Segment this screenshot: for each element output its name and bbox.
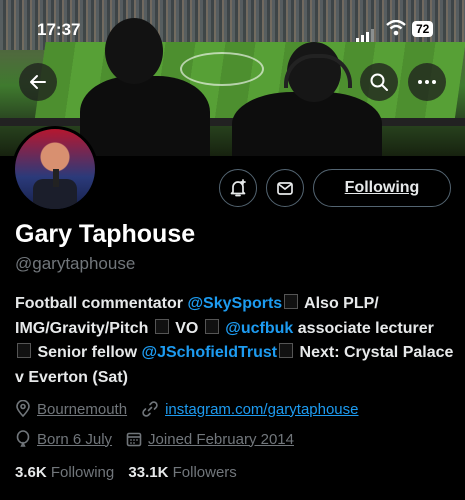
- search-button[interactable]: [360, 63, 398, 101]
- more-button[interactable]: [408, 63, 446, 101]
- wifi-icon: [386, 20, 406, 36]
- link-icon: [142, 401, 158, 417]
- status-time: 17:37: [37, 20, 81, 39]
- search-icon: [370, 73, 388, 91]
- bio-symbol-box: [154, 318, 169, 334]
- bio-mention-skysports[interactable]: @SkySports: [187, 295, 282, 312]
- joined-item: Joined February 2014: [126, 431, 294, 448]
- more-dots-icon: [418, 80, 436, 84]
- bio-text: Football commentator: [15, 295, 188, 312]
- bio-symbol-box: [284, 294, 299, 309]
- banner-person-right: [232, 92, 382, 156]
- birthday-item: Born 6 July: [15, 430, 112, 448]
- notifications-button[interactable]: [219, 169, 257, 207]
- location-pin-icon: [16, 400, 30, 418]
- arrow-left-icon: [30, 75, 46, 89]
- signal-icon: [356, 24, 376, 42]
- bio-symbol-box: [279, 343, 294, 358]
- message-button[interactable]: [266, 169, 304, 207]
- bio-symbol-box: [17, 343, 31, 358]
- bell-plus-icon: [230, 179, 246, 197]
- profile-meta-row: Bournemouth instagram.com/garytaphouse: [15, 400, 373, 418]
- followers-label[interactable]: Followers: [173, 464, 237, 481]
- bio-text: associate lecturer: [293, 319, 434, 337]
- bio-text: VO: [170, 319, 203, 337]
- back-button[interactable]: [19, 63, 57, 101]
- followers-count[interactable]: 33.1K: [128, 464, 168, 481]
- avatar-microphone: [53, 169, 59, 187]
- banner-person-left: [80, 76, 210, 156]
- following-button[interactable]: Following: [313, 169, 451, 207]
- website-item[interactable]: instagram.com/garytaphouse: [141, 400, 359, 418]
- bio-mention-ucfbuk[interactable]: @ucfbuk: [225, 320, 293, 337]
- profile-meta-row: Born 6 July Joined February 2014: [15, 430, 308, 448]
- location-item: Bournemouth: [15, 400, 127, 418]
- profile-bio: Football commentator @SkySports Also PLP…: [15, 292, 455, 390]
- banner-center-circle: [180, 52, 264, 86]
- bio-symbol-box: [204, 318, 219, 334]
- balloon-icon: [16, 430, 30, 447]
- profile-handle: @garytaphouse: [15, 254, 136, 273]
- battery-indicator: 72: [412, 21, 434, 37]
- bio-mention-jschofieldtrust[interactable]: @JSchofieldTrust: [141, 344, 277, 361]
- status-bar: 17:37 72: [0, 18, 465, 42]
- birthday-text: Born 6 July: [37, 430, 113, 448]
- following-count[interactable]: 3.6K: [15, 464, 47, 481]
- calendar-icon: [126, 432, 142, 447]
- profile-name: Gary Taphouse: [15, 220, 196, 248]
- following-label[interactable]: Following: [51, 464, 114, 481]
- envelope-icon: [277, 182, 293, 195]
- avatar[interactable]: [12, 126, 98, 212]
- bio-text: Senior fellow: [33, 344, 142, 361]
- joined-text: Joined February 2014: [148, 430, 294, 448]
- website-link[interactable]: instagram.com/garytaphouse: [165, 401, 358, 418]
- location-text: Bournemouth: [37, 400, 128, 418]
- follow-counts: 3.6K Following 33.1K Followers: [15, 464, 247, 481]
